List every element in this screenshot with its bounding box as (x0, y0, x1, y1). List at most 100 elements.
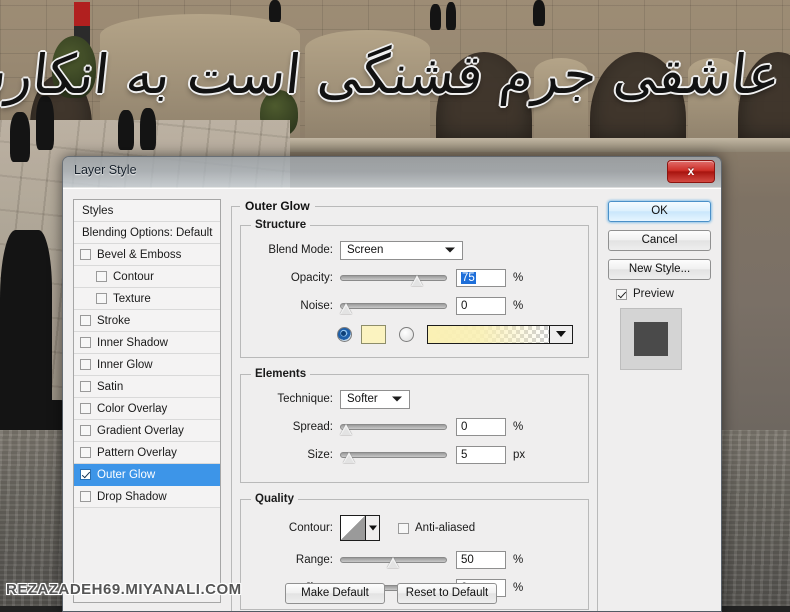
chevron-down-icon[interactable] (549, 325, 572, 343)
tree (52, 36, 96, 98)
styles-list-item-label: Inner Glow (97, 358, 153, 371)
opacity-unit: % (513, 272, 524, 284)
structure-group: Structure Blend Mode: Screen Opacity: 75… (240, 219, 589, 358)
noise-input[interactable]: 0 (456, 297, 506, 315)
styles-list-item[interactable]: Inner Shadow (74, 332, 220, 354)
styles-list-item[interactable]: Outer Glow (74, 464, 220, 486)
spread-label: Spread: (292, 421, 333, 433)
glow-color-swatch[interactable] (361, 324, 386, 344)
range-unit: % (513, 554, 524, 566)
spread-slider[interactable] (340, 418, 447, 436)
cancel-button[interactable]: Cancel (608, 230, 711, 251)
opacity-slider[interactable] (340, 269, 447, 287)
styles-list-item[interactable]: Drop Shadow (74, 486, 220, 508)
radio-solid-color[interactable] (337, 326, 352, 342)
ok-button[interactable]: OK (608, 201, 711, 222)
close-icon[interactable]: x (667, 160, 715, 183)
checkbox-box[interactable] (80, 447, 91, 458)
blend-mode-label: Blend Mode: (268, 244, 333, 256)
range-input[interactable]: 50 (456, 551, 506, 569)
styles-list-item[interactable]: Texture (74, 288, 220, 310)
styles-list-item-label: Blending Options: Default (82, 226, 213, 239)
elements-legend: Elements (255, 368, 307, 380)
person (140, 108, 156, 150)
outer-glow-group: Outer Glow Structure Blend Mode: Screen … (231, 199, 598, 611)
styles-list-item-label: Color Overlay (97, 402, 168, 415)
slider-thumb[interactable] (340, 422, 353, 435)
styles-list-item[interactable]: Inner Glow (74, 354, 220, 376)
checkbox-box[interactable] (80, 491, 91, 502)
slider-thumb[interactable] (340, 301, 353, 314)
styles-list-item[interactable]: Gradient Overlay (74, 420, 220, 442)
checkbox-box[interactable] (80, 469, 91, 480)
styles-list-item[interactable]: Pattern Overlay (74, 442, 220, 464)
preview-thumbnail (620, 308, 682, 370)
styles-list-item-label: Pattern Overlay (97, 446, 177, 459)
person (10, 112, 30, 162)
technique-select[interactable]: Softer (340, 389, 410, 409)
person (446, 2, 456, 30)
contour-curve-icon (341, 516, 365, 540)
preview-label: Preview (633, 288, 674, 300)
anti-aliased-checkbox[interactable]: Anti-aliased (398, 522, 475, 534)
styles-list-item-label: Outer Glow (97, 468, 156, 481)
checkbox-box[interactable] (80, 381, 91, 392)
new-style-button[interactable]: New Style... (608, 259, 711, 280)
styles-list-item-label: Gradient Overlay (97, 424, 184, 437)
dialog-actions: OK Cancel New Style... Preview (608, 199, 711, 603)
preview-swatch (634, 322, 668, 356)
size-row: Size: 5 px (251, 444, 578, 466)
contour-label: Contour: (288, 522, 333, 534)
spread-unit: % (513, 421, 524, 433)
styles-list-item[interactable]: Blending Options: Default (74, 222, 220, 244)
dialog-titlebar[interactable]: Layer Style x (63, 157, 721, 188)
styles-list[interactable]: Styles Blending Options: Default Bevel & E… (73, 199, 221, 603)
structure-legend: Structure (255, 219, 307, 231)
checkbox-box (616, 288, 627, 300)
blend-mode-select[interactable]: Screen (340, 240, 463, 260)
styles-list-item[interactable]: Styles (74, 200, 220, 222)
reset-to-default-button[interactable]: Reset to Default (397, 583, 497, 604)
chevron-down-icon (392, 396, 402, 402)
size-slider[interactable] (340, 446, 447, 464)
range-slider[interactable] (340, 551, 447, 569)
slider-thumb[interactable] (387, 555, 400, 568)
size-input[interactable]: 5 (456, 446, 506, 464)
checkbox-box[interactable] (80, 315, 91, 326)
styles-list-item[interactable]: Satin (74, 376, 220, 398)
preview-checkbox[interactable]: Preview (616, 288, 711, 300)
make-default-button[interactable]: Make Default (285, 583, 385, 604)
styles-list-item-label: Contour (113, 270, 154, 283)
checkbox-box[interactable] (96, 271, 107, 282)
checkbox-box[interactable] (80, 403, 91, 414)
styles-list-item[interactable]: Contour (74, 266, 220, 288)
opacity-input[interactable]: 75 (456, 269, 506, 287)
styles-list-item[interactable]: Color Overlay (74, 398, 220, 420)
person (36, 96, 54, 150)
spread-input[interactable]: 0 (456, 418, 506, 436)
radio-gradient[interactable] (399, 326, 414, 342)
styles-list-item[interactable]: Bevel & Emboss (74, 244, 220, 266)
gradient-picker[interactable] (427, 324, 573, 344)
slider-track (340, 303, 447, 309)
chevron-down-icon[interactable] (365, 516, 379, 540)
checkbox-box[interactable] (80, 425, 91, 436)
checkbox-box[interactable] (80, 249, 91, 260)
contour-picker[interactable] (340, 515, 380, 541)
checkbox-box[interactable] (80, 359, 91, 370)
slider-thumb[interactable] (411, 273, 424, 286)
person (533, 0, 545, 26)
styles-list-item[interactable]: Stroke (74, 310, 220, 332)
styles-list-item-label: Texture (113, 292, 151, 305)
spread-row: Spread: 0 % (251, 416, 578, 438)
checkbox-box[interactable] (96, 293, 107, 304)
noise-slider[interactable] (340, 297, 447, 315)
dialog-title: Layer Style (74, 163, 137, 177)
styles-list-item-label: Inner Shadow (97, 336, 168, 349)
quality-legend: Quality (255, 493, 294, 505)
size-unit: px (513, 449, 526, 461)
slider-thumb[interactable] (343, 450, 356, 463)
checkbox-box[interactable] (80, 337, 91, 348)
styles-list-item-label: Satin (97, 380, 124, 393)
bridge-pier (688, 58, 738, 148)
